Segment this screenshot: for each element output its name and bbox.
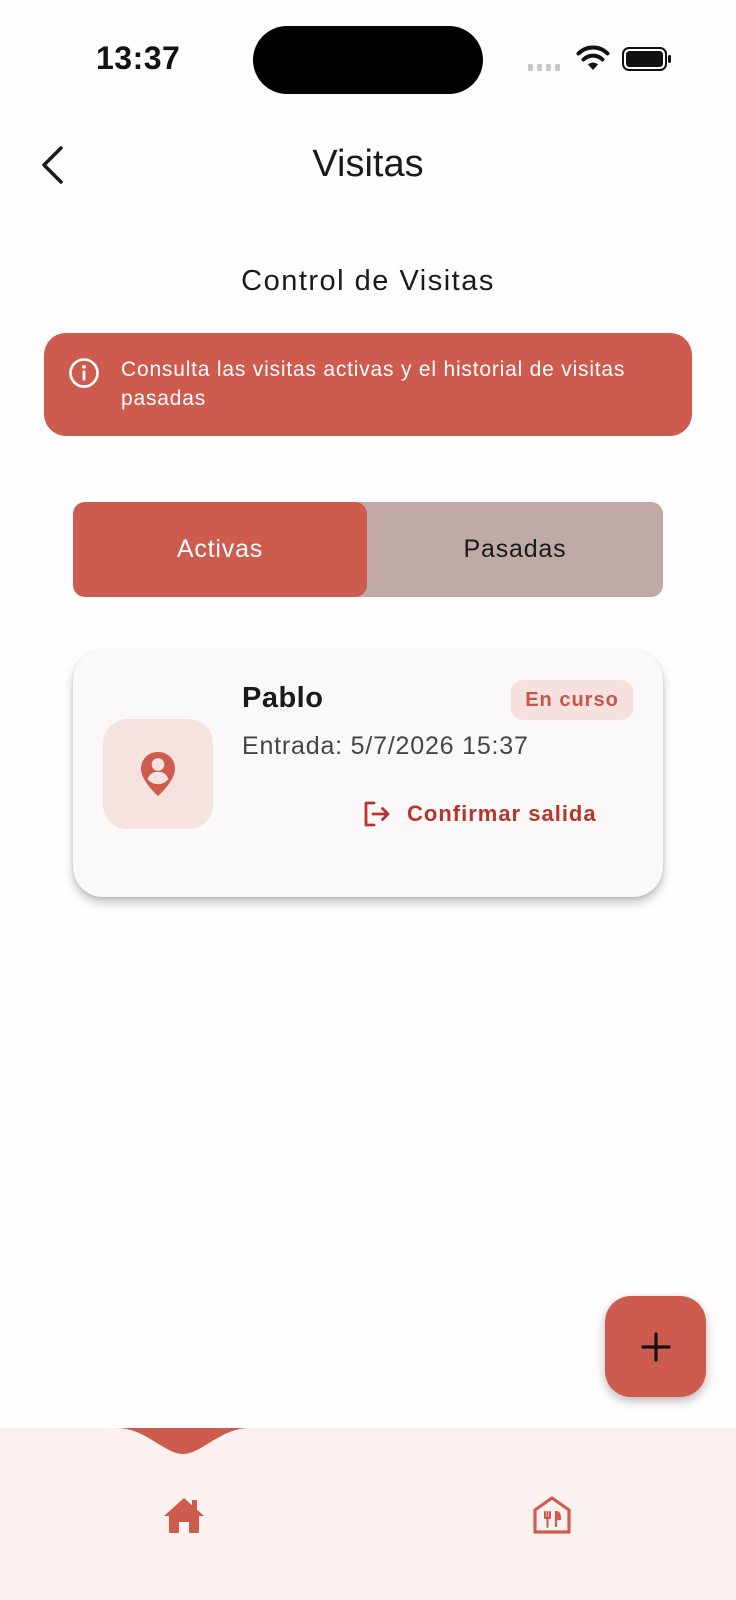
status-badge: En curso xyxy=(511,680,633,720)
bottom-navigation xyxy=(0,1428,736,1600)
visit-card: Pablo En curso Entrada: 5/7/2026 15:37 C… xyxy=(73,650,663,897)
nav-item-restaurant[interactable] xyxy=(526,1489,578,1541)
battery-icon xyxy=(622,47,671,71)
person-pin-icon xyxy=(141,752,175,796)
entry-time: Entrada: 5/7/2026 15:37 xyxy=(242,732,529,760)
wifi-icon xyxy=(576,45,610,70)
home-icon xyxy=(164,1498,204,1533)
add-visit-button[interactable] xyxy=(605,1296,706,1397)
restaurant-house-icon xyxy=(533,1496,571,1534)
page-title: Visitas xyxy=(312,143,424,185)
visitor-name: Pablo xyxy=(242,682,324,714)
visit-avatar xyxy=(103,719,213,829)
confirm-exit-button[interactable]: Confirmar salida xyxy=(363,792,597,836)
nav-item-home[interactable] xyxy=(158,1489,210,1541)
nav-selection-indicator xyxy=(116,1428,250,1454)
info-icon xyxy=(69,358,99,388)
dynamic-island xyxy=(253,26,483,94)
cellular-signal-icon xyxy=(528,64,560,71)
visits-tab-switcher: Activas Pasadas xyxy=(73,502,663,597)
status-time: 13:37 xyxy=(96,40,181,76)
tab-activas[interactable]: Activas xyxy=(73,502,367,597)
plus-icon xyxy=(640,1331,671,1362)
logout-icon xyxy=(364,801,390,827)
section-title: Control de Visitas xyxy=(241,265,495,297)
info-banner: Consulta las visitas activas y el histor… xyxy=(44,333,692,436)
info-banner-text: Consulta las visitas activas y el histor… xyxy=(121,358,626,410)
tab-pasadas[interactable]: Pasadas xyxy=(367,502,663,597)
confirm-exit-label: Confirmar salida xyxy=(407,801,597,826)
